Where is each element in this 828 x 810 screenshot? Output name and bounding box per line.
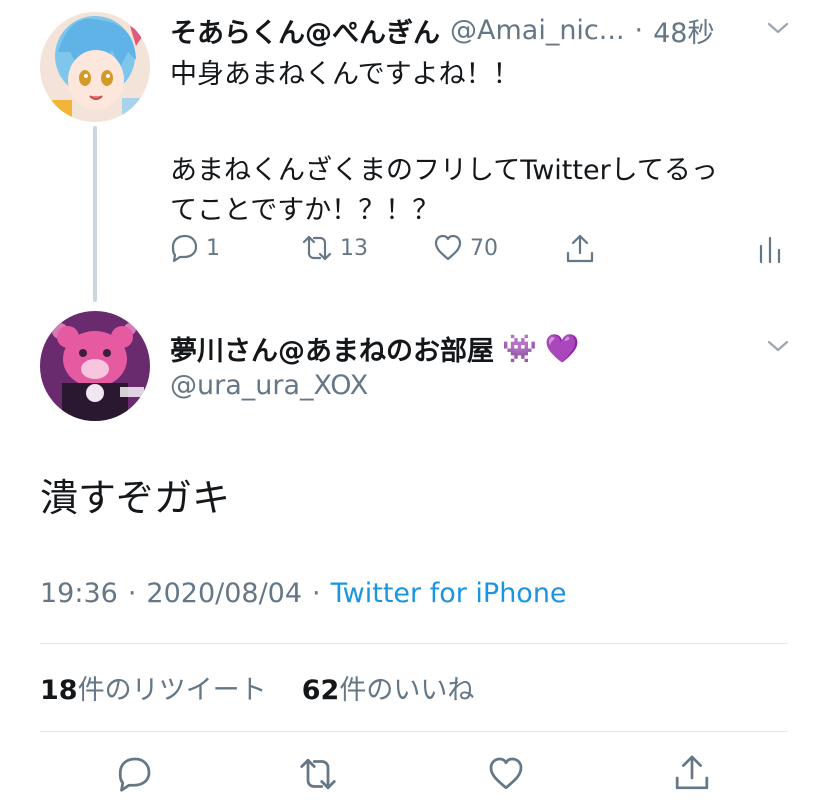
tweet-source-link[interactable]: Twitter for iPhone bbox=[331, 578, 567, 609]
retweets-label: 件のリツイート bbox=[77, 675, 267, 706]
comment-icon bbox=[171, 234, 198, 263]
reply-action-share[interactable] bbox=[564, 232, 596, 266]
engagement-stats: 18件のリツイート 62件のいいね bbox=[40, 668, 474, 707]
likes-label: 件のいいね bbox=[339, 675, 475, 706]
main-handle[interactable]: @ura_ura_XOX bbox=[170, 370, 368, 401]
share-icon bbox=[566, 234, 594, 263]
main-tweet-text: 潰すぞガキ bbox=[40, 476, 231, 520]
reply-handle[interactable]: @Amai_nic... bbox=[450, 15, 625, 46]
avatar[interactable] bbox=[40, 311, 150, 421]
avatar[interactable] bbox=[40, 12, 150, 122]
reply-separator: · bbox=[634, 14, 644, 46]
space-invader-emoji: 👾 bbox=[502, 331, 537, 365]
divider bbox=[40, 643, 788, 644]
likes-number: 62 bbox=[301, 675, 340, 706]
avatar-image bbox=[40, 12, 150, 122]
meta-separator: · bbox=[312, 578, 321, 609]
comment-icon bbox=[118, 757, 151, 792]
analytics-icon bbox=[759, 236, 781, 264]
tweet-date: 2020/08/04 bbox=[146, 578, 303, 609]
retweet-icon bbox=[300, 758, 336, 790]
like-count: 70 bbox=[470, 235, 498, 261]
thread-connector-line bbox=[93, 126, 97, 302]
heart-icon bbox=[489, 757, 523, 790]
main-action-reply[interactable] bbox=[114, 754, 154, 794]
likes-stat[interactable]: 62件のいいね bbox=[302, 675, 475, 706]
reply-action-retweet[interactable]: 13 bbox=[300, 232, 368, 264]
main-display-name[interactable]: 夢川さん@あまねのお部屋 bbox=[170, 329, 494, 368]
tweet-metadata: 19:36 · 2020/08/04 · Twitter for iPhone bbox=[40, 578, 567, 609]
reply-count: 1 bbox=[206, 235, 220, 261]
reply-action-analytics[interactable] bbox=[756, 232, 784, 266]
main-menu-chevron-icon[interactable] bbox=[764, 334, 792, 358]
retweets-stat[interactable]: 18件のリツイート bbox=[40, 675, 275, 706]
meta-separator: · bbox=[127, 578, 137, 609]
divider bbox=[40, 731, 788, 732]
reply-text-line: てことですか！？！？ bbox=[170, 195, 440, 226]
reply-action-reply[interactable]: 1 bbox=[168, 232, 220, 264]
tweet-time: 19:36 bbox=[40, 578, 118, 609]
reply-text-line bbox=[170, 95, 790, 135]
retweets-number: 18 bbox=[40, 675, 78, 706]
reply-action-like[interactable]: 70 bbox=[432, 232, 498, 264]
avatar-image bbox=[40, 311, 150, 421]
main-action-retweet[interactable] bbox=[296, 754, 340, 794]
share-icon bbox=[675, 755, 709, 790]
main-action-like[interactable] bbox=[486, 754, 526, 794]
reply-text-line: 中身あまねくんですよね！！ bbox=[170, 59, 520, 90]
reply-tweet-text: 中身あまねくんですよね！！ あまねくんざくまのフリしてTwitterしてるっ て… bbox=[170, 55, 790, 231]
reply-time-ago[interactable]: 48秒 bbox=[653, 11, 714, 50]
retweet-count: 13 bbox=[340, 235, 368, 261]
purple-heart-emoji: 💜 bbox=[544, 331, 580, 365]
heart-icon bbox=[434, 234, 462, 261]
reply-text-line: あまねくんざくまのフリしてTwitterしてるっ bbox=[170, 155, 718, 186]
main-action-share[interactable] bbox=[672, 752, 712, 794]
retweet-icon bbox=[302, 235, 332, 261]
reply-display-name[interactable]: そあらくん@ぺんぎん bbox=[170, 11, 440, 50]
reply-menu-chevron-icon[interactable] bbox=[764, 16, 792, 40]
